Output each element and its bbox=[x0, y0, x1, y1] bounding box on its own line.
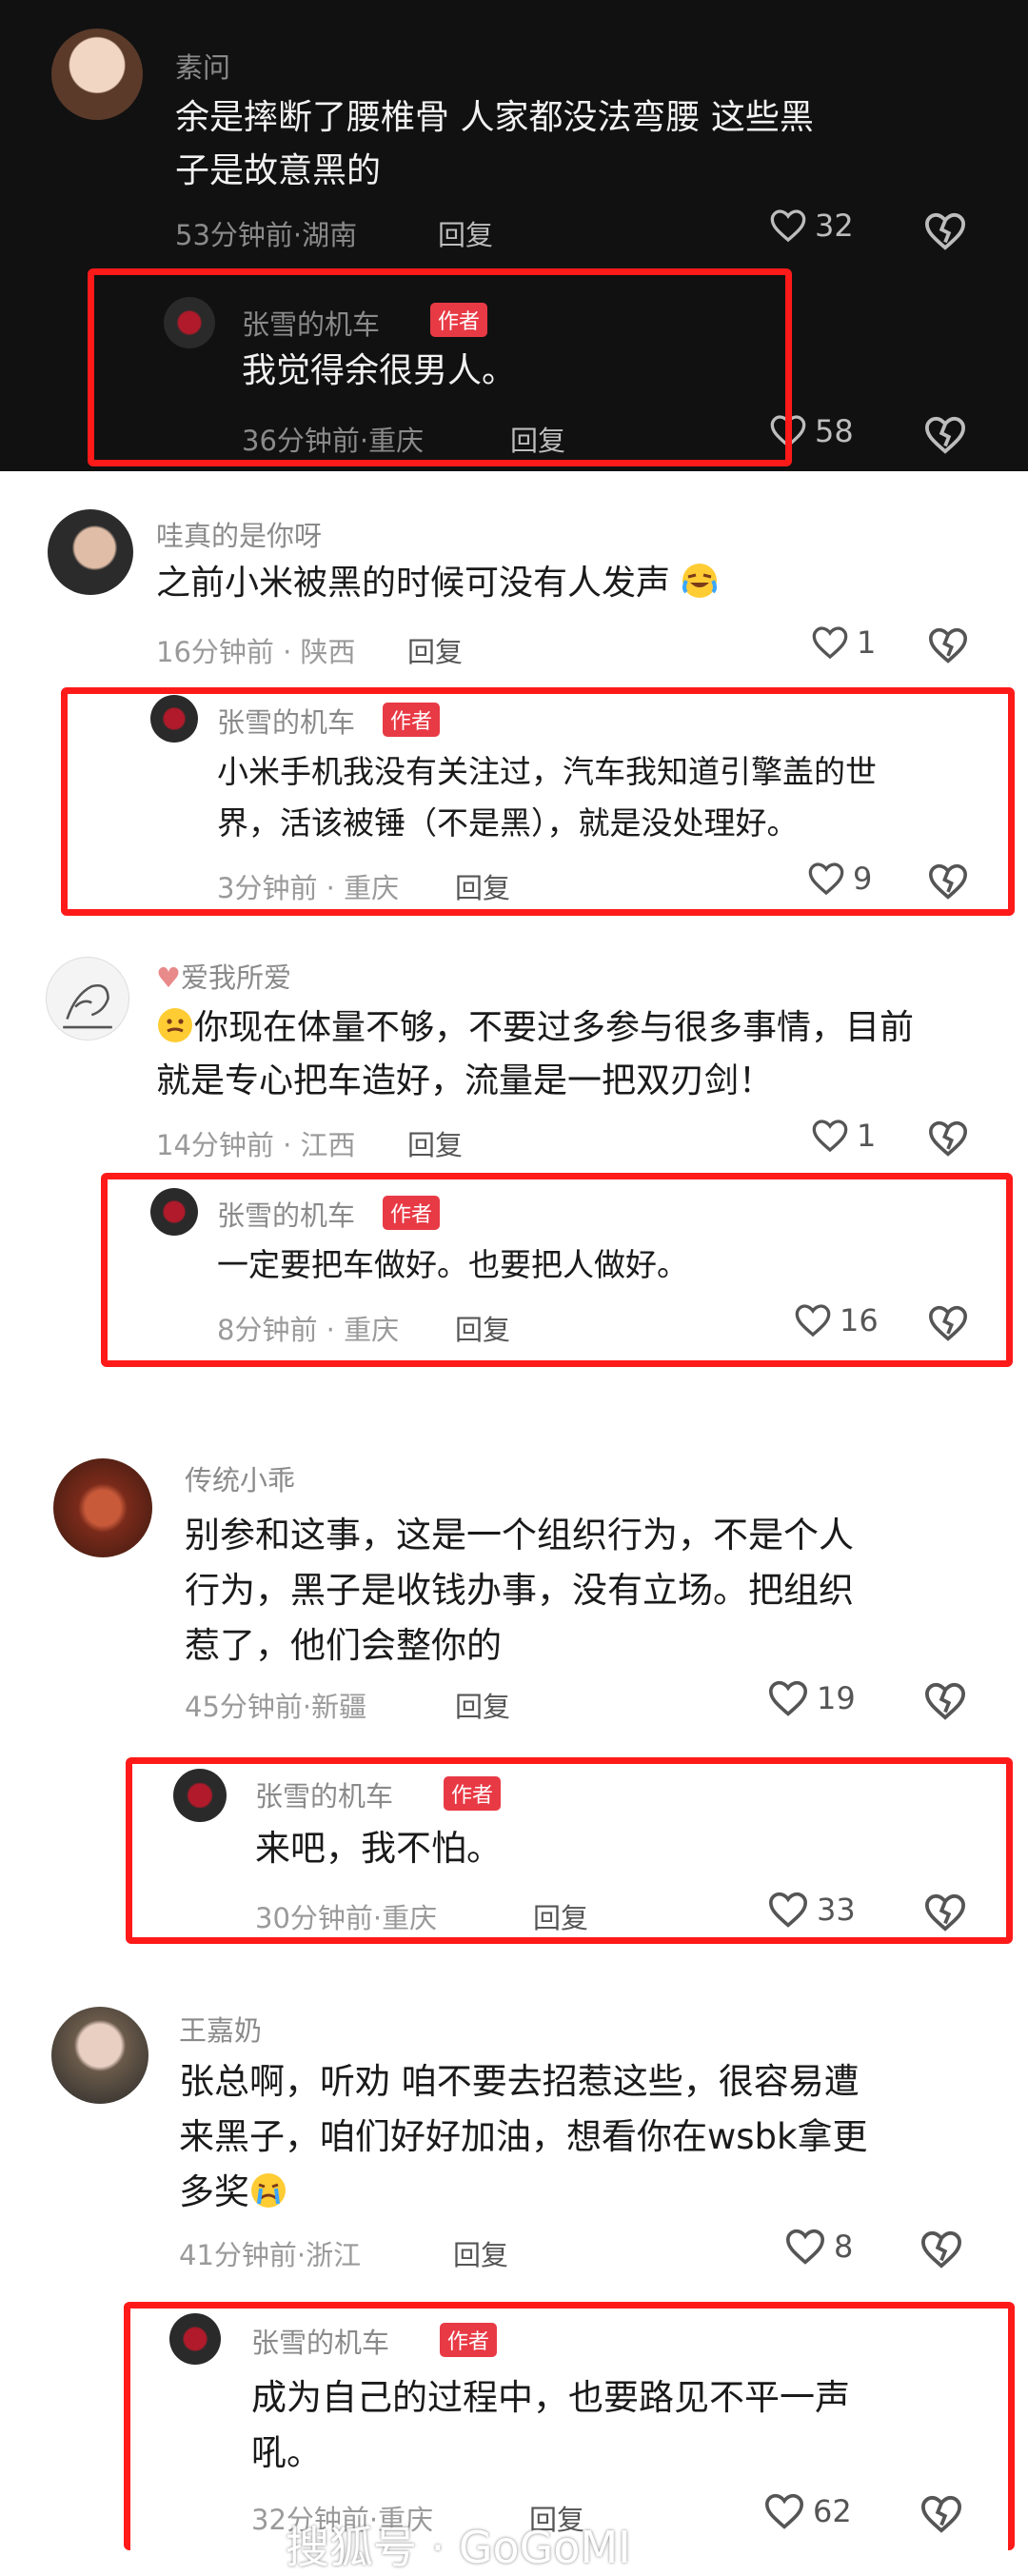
like-button[interactable]: 8 bbox=[784, 2228, 853, 2266]
highlight-box bbox=[88, 268, 792, 466]
dislike-icon[interactable] bbox=[923, 211, 967, 251]
username[interactable]: ♥爱我所爱 bbox=[156, 956, 291, 996]
username[interactable]: 传统小乖 bbox=[185, 1458, 295, 1498]
like-count: 8 bbox=[834, 2229, 854, 2265]
comment-text: 之前小米被黑的时候可没有人发声 bbox=[156, 557, 719, 610]
heart-icon: ♥ bbox=[156, 961, 181, 994]
avatar[interactable] bbox=[51, 2007, 148, 2104]
dislike-icon[interactable] bbox=[919, 2229, 963, 2269]
heart-icon bbox=[812, 1120, 848, 1153]
heart-icon bbox=[770, 209, 806, 243]
comment-text: 你现在体量不够，不要过多参与很多事情，目前 就是专心把车造好，流量是一把双刃剑！ bbox=[156, 1001, 914, 1108]
reply-button[interactable]: 回复 bbox=[455, 1685, 510, 1725]
like-button[interactable]: 19 bbox=[767, 1679, 856, 1717]
comment-line: 张总啊，听劝 咱不要去招惹这些，很容易遭 bbox=[179, 2061, 860, 2102]
avatar[interactable] bbox=[46, 957, 129, 1040]
highlight-box bbox=[61, 687, 1015, 916]
comment-line: 之前小米被黑的时候可没有人发声 bbox=[156, 564, 671, 603]
comment-text: 别参和这事，这是一个组织行为，不是个人 行为，黑子是收钱办事，没有立场。把组织 … bbox=[185, 1508, 854, 1674]
avatar[interactable] bbox=[48, 509, 133, 595]
comment-line: 多奖 bbox=[179, 2171, 249, 2212]
crying-emoji-icon bbox=[251, 2173, 286, 2208]
dislike-icon[interactable] bbox=[927, 626, 969, 664]
like-count: 19 bbox=[817, 1680, 856, 1716]
like-count: 58 bbox=[815, 413, 854, 449]
grimace-emoji-icon bbox=[158, 1008, 192, 1042]
dislike-icon[interactable] bbox=[923, 1681, 967, 1721]
comment-meta: 16分钟前 · 陕西 bbox=[156, 636, 356, 668]
comment-line: 来黑子，咱们好好加油，想看你在wsbk拿更 bbox=[179, 2116, 868, 2157]
comment-line: 别参和这事，这是一个组织行为，不是个人 bbox=[185, 1515, 854, 1556]
like-count: 32 bbox=[815, 208, 854, 244]
comment-meta: 45分钟前·新疆 bbox=[185, 1691, 367, 1723]
reply-button[interactable]: 回复 bbox=[407, 630, 463, 670]
heart-icon bbox=[768, 1680, 808, 1716]
comment-text: 余是摔断了腰椎骨 人家都没法弯腰 这些黑 子是故意黑的 bbox=[175, 91, 814, 198]
highlight-box bbox=[101, 1173, 1013, 1367]
comment-line: 就是专心把车造好，流量是一把双刃剑！ bbox=[156, 1061, 774, 1100]
reply-button[interactable]: 回复 bbox=[407, 1123, 463, 1163]
username[interactable]: 哇真的是你呀 bbox=[156, 514, 322, 554]
comment-meta: 14分钟前 · 江西 bbox=[156, 1129, 356, 1161]
comment-text: 张总啊，听劝 咱不要去招惹这些，很容易遭 来黑子，咱们好好加油，想看你在wsbk… bbox=[179, 2054, 867, 2220]
comment-meta: 53分钟前·湖南 bbox=[175, 219, 358, 251]
like-button[interactable]: 1 bbox=[811, 624, 876, 661]
highlight-box bbox=[126, 1757, 1013, 1944]
like-button[interactable]: 32 bbox=[769, 208, 854, 244]
username[interactable]: 王嘉奶 bbox=[179, 2009, 262, 2049]
crying-laughing-emoji-icon bbox=[682, 564, 718, 598]
avatar[interactable] bbox=[53, 1458, 152, 1557]
watermark: 搜狐号 · GoGoMI bbox=[286, 2522, 631, 2573]
dislike-icon[interactable] bbox=[923, 415, 967, 455]
avatar[interactable] bbox=[51, 29, 143, 120]
sketch-avatar-icon bbox=[63, 984, 112, 1029]
heart-icon bbox=[812, 626, 848, 660]
dislike-icon[interactable] bbox=[927, 1120, 969, 1158]
reply-button[interactable]: 回复 bbox=[438, 213, 493, 253]
comment-line: 惹了，他们会整你的 bbox=[185, 1625, 502, 1666]
comment-line: 你现在体量不够，不要过多参与很多事情，目前 bbox=[194, 1008, 915, 1047]
like-count: 1 bbox=[857, 624, 877, 661]
username[interactable]: 素问 bbox=[175, 46, 230, 86]
like-button[interactable]: 1 bbox=[811, 1118, 876, 1154]
like-count: 1 bbox=[857, 1118, 877, 1154]
comment-line: 行为，黑子是收钱办事，没有立场。把组织 bbox=[185, 1570, 854, 1611]
heart-icon bbox=[785, 2229, 825, 2265]
comment-meta: 41分钟前·浙江 bbox=[179, 2239, 362, 2271]
comment-line: 子是故意黑的 bbox=[175, 151, 382, 190]
comment-line: 余是摔断了腰椎骨 人家都没法弯腰 这些黑 bbox=[175, 98, 814, 137]
reply-button[interactable]: 回复 bbox=[453, 2233, 508, 2273]
username-text: 爱我所爱 bbox=[181, 961, 292, 994]
